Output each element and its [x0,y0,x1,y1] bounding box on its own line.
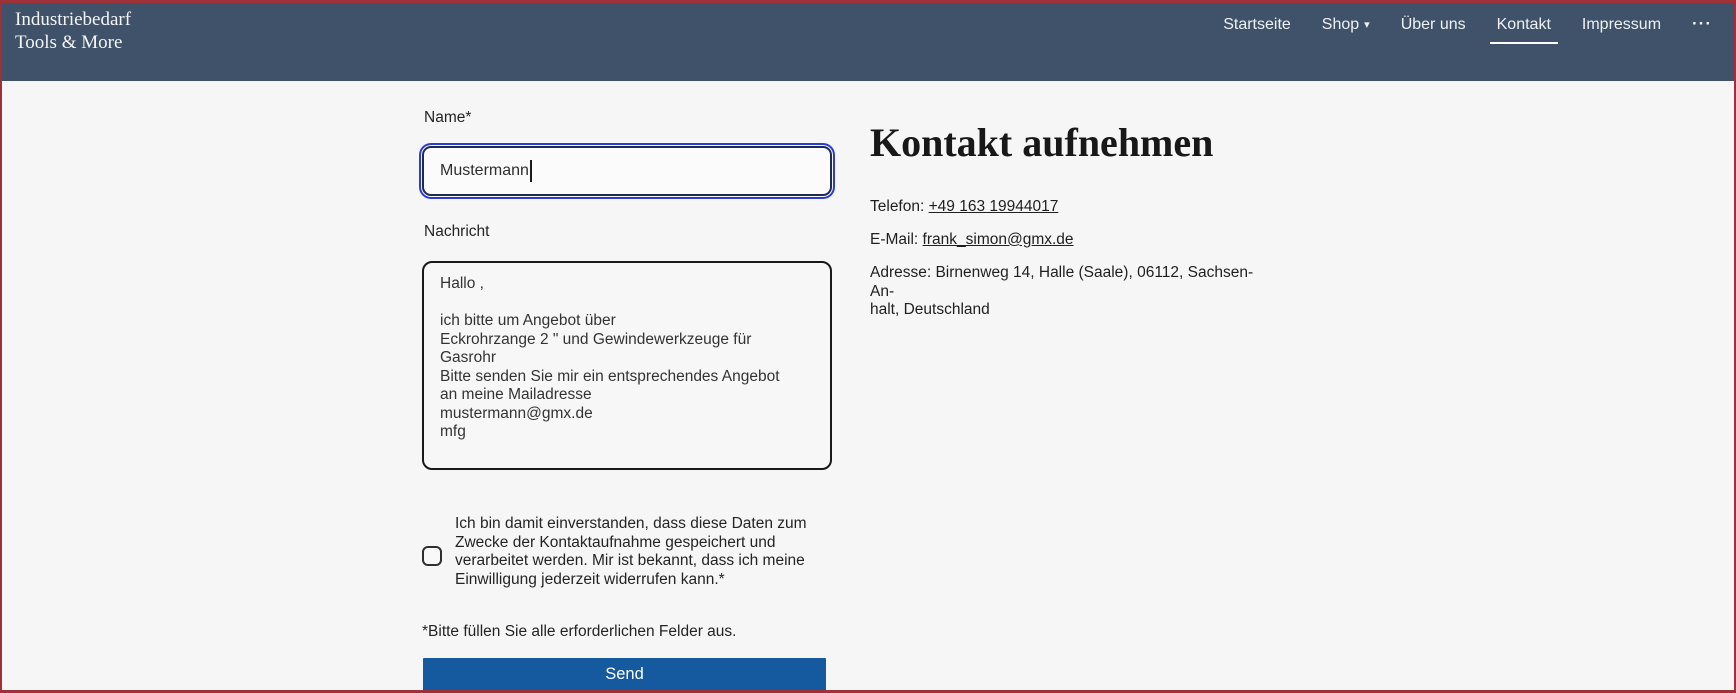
ellipsis-icon: ··· [1692,14,1712,33]
nav-label: Kontakt [1497,16,1551,33]
name-input-value: Mustermann [440,162,529,180]
consent-checkbox[interactable] [422,546,442,566]
main-nav: Startseite Shop ▾ Über uns Kontakt Impres… [1223,16,1712,44]
brand-logo[interactable]: Industriebedarf Tools & More [15,8,131,54]
email-line: E-Mail: frank_simon@gmx.de [870,231,1074,250]
name-input[interactable]: Mustermann [422,146,832,196]
nav-label: Shop [1322,16,1359,33]
send-button[interactable]: Send [423,658,826,691]
message-textarea[interactable]: Hallo , ich bitte um Angebot über Eckroh… [422,261,832,470]
required-fields-note: *Bitte füllen Sie alle erforderlichen Fe… [422,623,736,641]
nav-item-kontakt[interactable]: Kontakt [1490,16,1558,44]
nav-label: Startseite [1223,16,1291,33]
nav-label: Über uns [1401,16,1466,33]
header: Industriebedarf Tools & More Startseite … [2,3,1734,81]
message-label: Nachricht [424,223,489,241]
brand-line2: Tools & More [15,31,131,54]
phone-label: Telefon: [870,198,929,215]
page-title: Kontakt aufnehmen [870,121,1213,165]
email-label: E-Mail: [870,231,923,248]
phone-link[interactable]: +49 163 19944017 [929,198,1059,215]
email-link[interactable]: frank_simon@gmx.de [923,231,1074,248]
nav-item-impressum[interactable]: Impressum [1582,16,1661,33]
page: Industriebedarf Tools & More Startseite … [0,0,1736,693]
nav-item-shop[interactable]: Shop ▾ [1322,16,1370,35]
nav-more-button[interactable]: ··· [1692,16,1712,31]
chevron-down-icon: ▾ [1364,19,1370,31]
consent-row: Ich bin damit einverstanden, dass diese … [422,515,836,589]
address-line: Adresse: Birnenweg 14, Halle (Saale), 06… [870,264,1270,320]
name-label: Name* [424,109,471,127]
nav-item-startseite[interactable]: Startseite [1223,16,1291,33]
consent-label: Ich bin damit einverstanden, dass diese … [455,515,807,589]
nav-label: Impressum [1582,16,1661,33]
contact-form: Name* Mustermann Nachricht Hallo , ich b… [422,81,836,693]
text-cursor [530,160,532,182]
nav-item-ueber-uns[interactable]: Über uns [1401,16,1466,33]
phone-line: Telefon: +49 163 19944017 [870,198,1058,217]
brand-line1: Industriebedarf [15,8,131,31]
